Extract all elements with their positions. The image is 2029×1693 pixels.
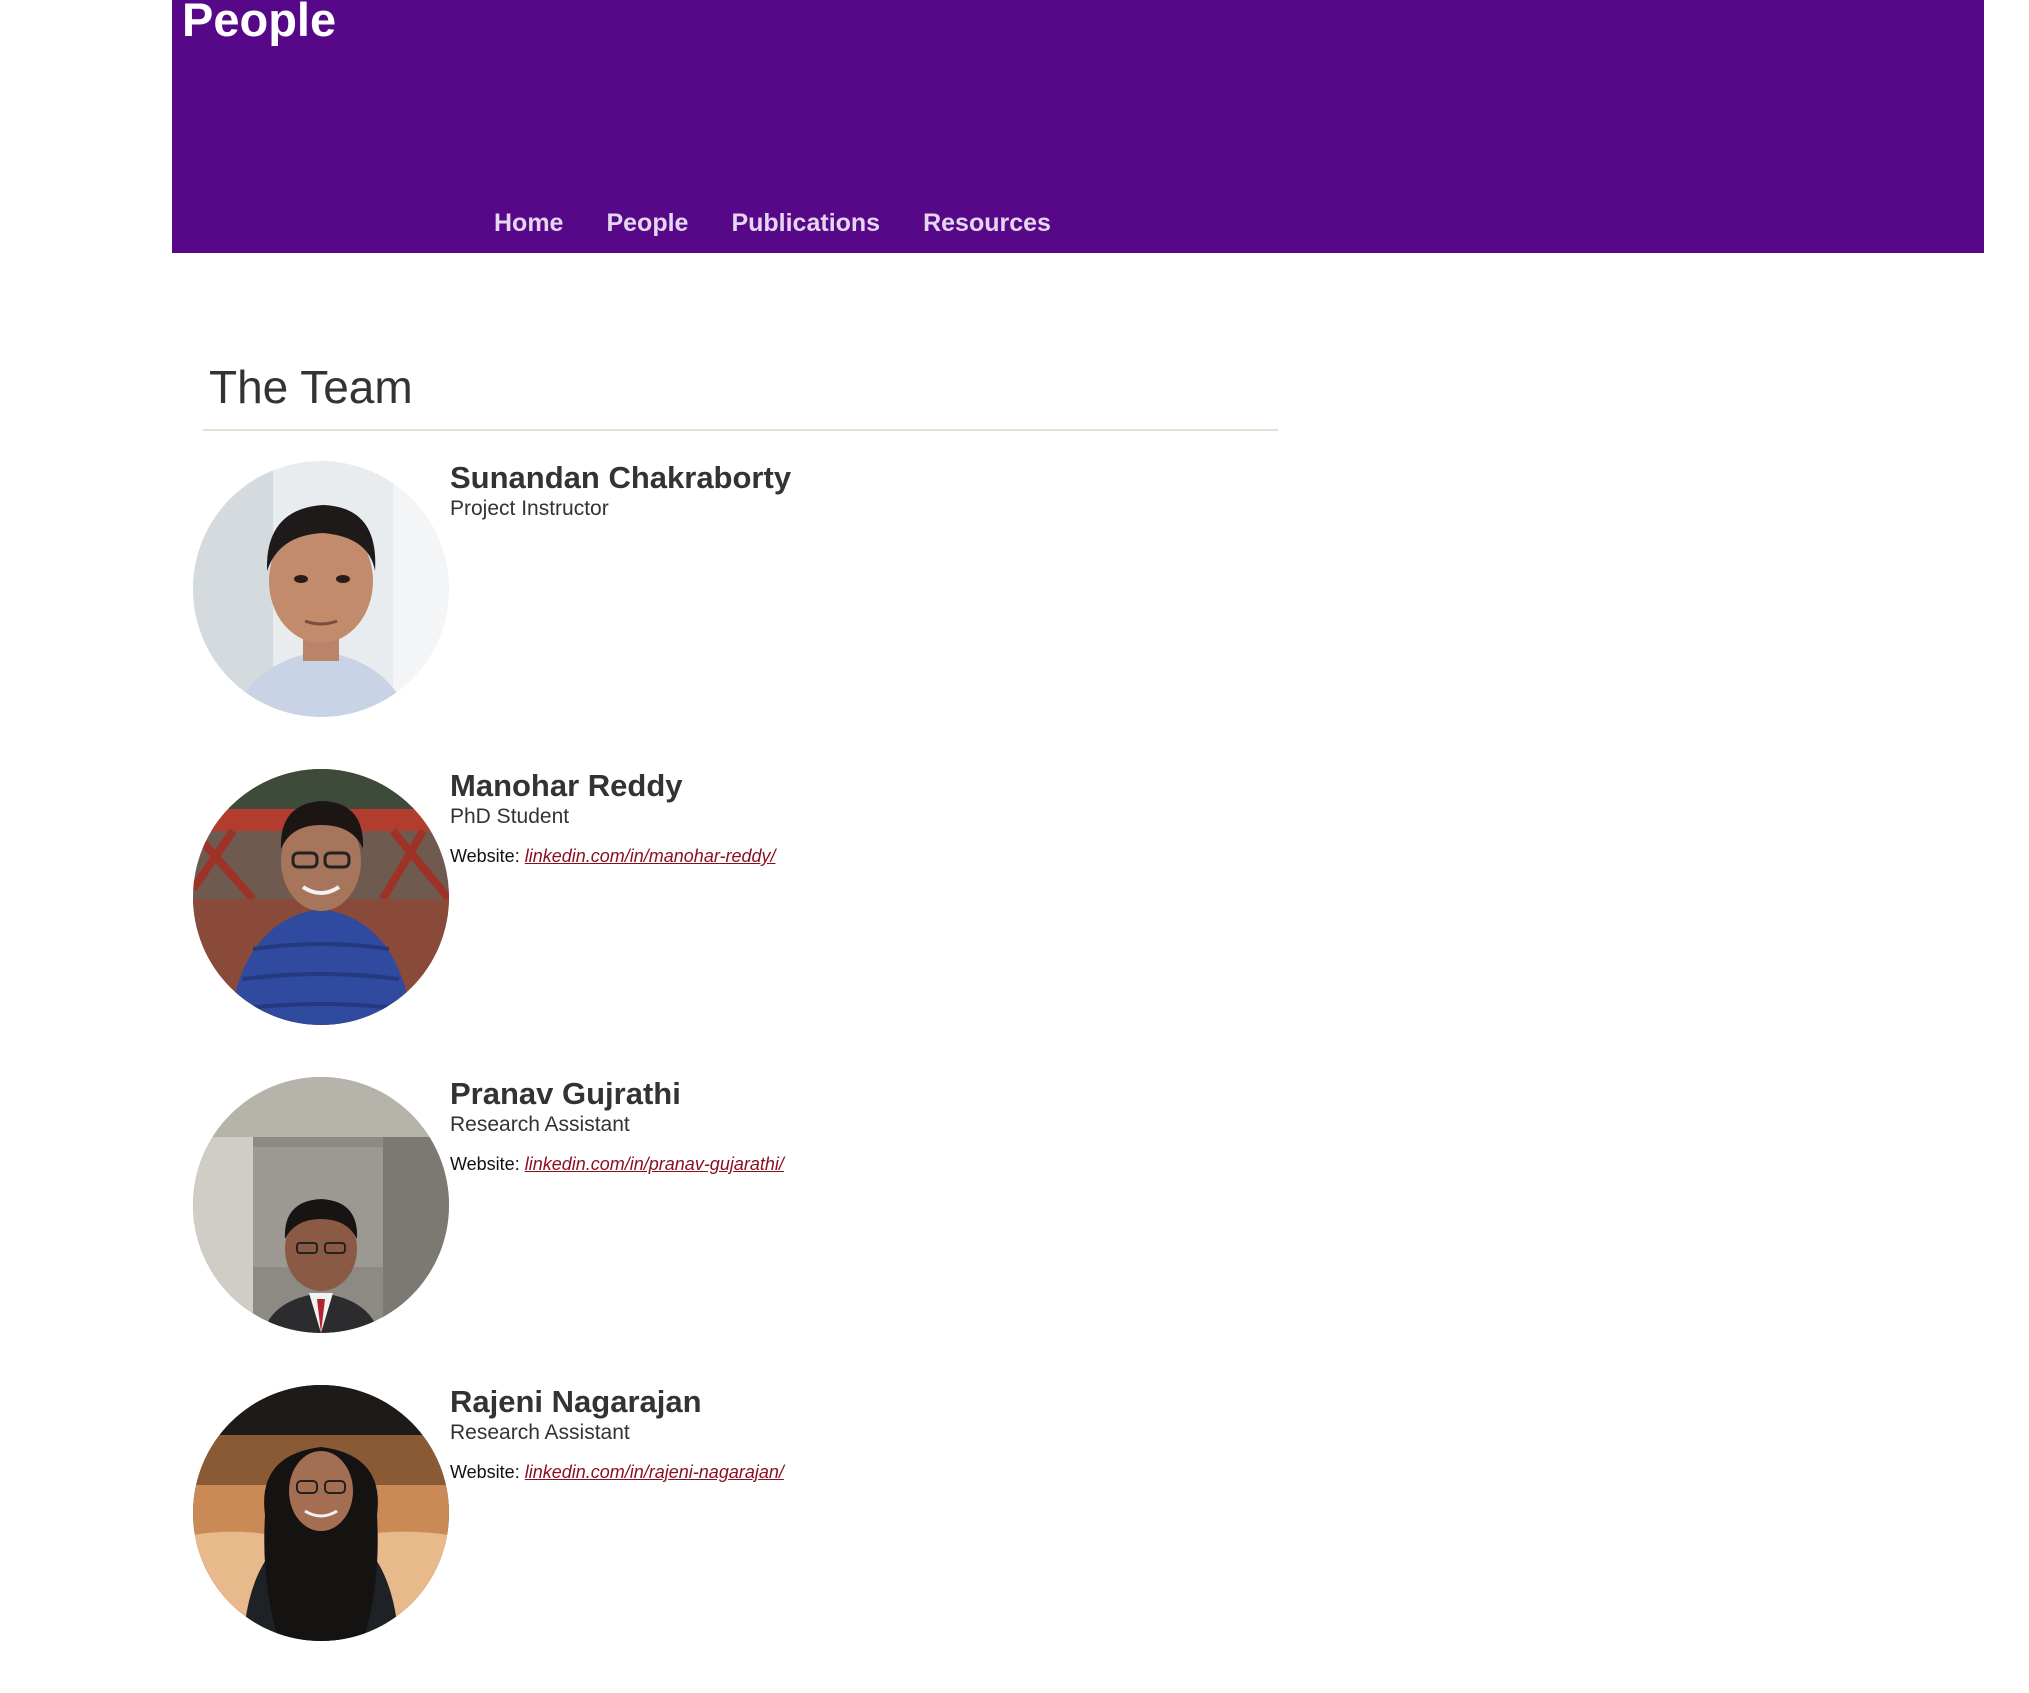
nav-link-resources[interactable]: Resources [923,205,1051,241]
main-nav: Home People Publications Resources [494,205,1094,241]
member-info: Manohar Reddy PhD Student Website: linke… [450,769,776,869]
avatar-photo [193,1385,449,1641]
avatar [193,1077,449,1333]
member-name: Manohar Reddy [450,768,683,803]
section-divider [203,429,1278,431]
team-member: Sunandan Chakraborty Project Instructor [193,461,1278,717]
avatar-photo [193,769,449,1025]
avatar-photo [193,461,449,717]
member-website: Website: linkedin.com/in/rajeni-nagaraja… [450,1459,784,1485]
member-role: Research Assistant [450,1113,630,1136]
website-label: Website: [450,1154,520,1174]
website-label: Website: [450,846,520,866]
avatar [193,769,449,1025]
team-member: Pranav Gujrathi Research Assistant Websi… [193,1077,1278,1333]
member-name: Pranav Gujrathi [450,1076,681,1111]
website-link[interactable]: linkedin.com/in/manohar-reddy/ [525,846,776,866]
team-section: The Team Sunandan Chakraborty Project In… [193,345,1278,1693]
nav-link-home[interactable]: Home [494,205,563,241]
avatar [193,461,449,717]
website-link[interactable]: linkedin.com/in/rajeni-nagarajan/ [525,1462,784,1482]
website-link[interactable]: linkedin.com/in/pranav-gujarathi/ [525,1154,784,1174]
section-title: The Team [209,361,413,413]
team-member: Rajeni Nagarajan Research Assistant Webs… [193,1385,1278,1641]
website-label: Website: [450,1462,520,1482]
member-info: Pranav Gujrathi Research Assistant Websi… [450,1077,784,1177]
site-header: People Home People Publications Resource… [172,0,1984,253]
member-website: Website: linkedin.com/in/pranav-gujarath… [450,1151,784,1177]
member-name: Rajeni Nagarajan [450,1384,702,1419]
member-role: Project Instructor [450,497,609,520]
site-title: People [182,0,337,46]
nav-link-publications[interactable]: Publications [731,205,880,241]
member-name: Sunandan Chakraborty [450,460,792,495]
member-role: PhD Student [450,805,570,828]
member-info: Sunandan Chakraborty Project Instructor [450,461,791,523]
member-info: Rajeni Nagarajan Research Assistant Webs… [450,1385,784,1485]
member-website: Website: linkedin.com/in/manohar-reddy/ [450,843,776,869]
avatar-photo [193,1077,449,1333]
team-member: Manohar Reddy PhD Student Website: linke… [193,769,1278,1025]
avatar [193,1385,449,1641]
nav-link-people[interactable]: People [606,205,688,241]
member-role: Research Assistant [450,1421,630,1444]
